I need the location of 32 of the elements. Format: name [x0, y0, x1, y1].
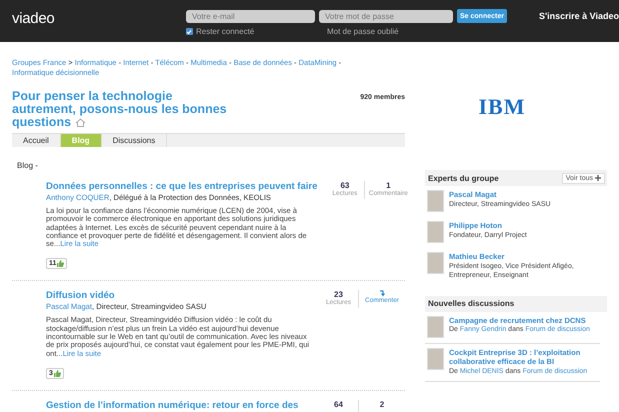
register-link[interactable]: S'inscrire à Viadeo — [538, 11, 619, 21]
read-count: 23 — [334, 290, 343, 300]
post-title[interactable]: Diffusion vidéo — [46, 290, 311, 302]
group-title: Pour penser la technologie autrement, posons-nous les bonnes questions — [12, 90, 228, 129]
plus-icon — [595, 175, 601, 181]
reply-arrow-icon — [379, 290, 385, 298]
thumbnail-placeholder — [427, 348, 444, 370]
checkbox[interactable] — [186, 28, 193, 35]
comment-count: 1 — [386, 181, 391, 190]
password-field[interactable]: Votre mot de passe — [318, 10, 453, 22]
sponsor-logo: IBM — [478, 94, 526, 120]
thumbs-up-icon — [57, 260, 64, 268]
avatar-placeholder — [427, 252, 444, 274]
forgot-password-link[interactable]: Mot de passe oublié — [318, 27, 453, 36]
section-label: Blog - — [17, 161, 39, 170]
read-count: 63 — [340, 181, 350, 190]
read-count: 64 — [334, 400, 343, 409]
avatar-placeholder — [427, 221, 444, 243]
email-field[interactable]: Votre e-mail — [186, 10, 315, 22]
remember-label: Rester connecté — [196, 27, 254, 36]
logo: viadeo — [12, 10, 56, 27]
post-title[interactable]: Données personnelles : ce que les entreprises peuvent faire — [46, 181, 318, 192]
tab[interactable]: Discussions — [102, 134, 168, 147]
avatar-placeholder — [427, 190, 444, 212]
comment-count: 2 — [380, 400, 384, 409]
panel-title: Nouvelles discussions — [428, 299, 514, 308]
thumbs-up-icon — [54, 370, 61, 377]
panel-title: Experts du groupe — [428, 174, 499, 182]
home-icon — [74, 118, 86, 128]
thumbnail-placeholder — [427, 316, 444, 338]
tab[interactable]: Blog — [60, 134, 102, 147]
post-title[interactable]: Gestion de l’information numérique: retour en force des — [46, 400, 311, 411]
